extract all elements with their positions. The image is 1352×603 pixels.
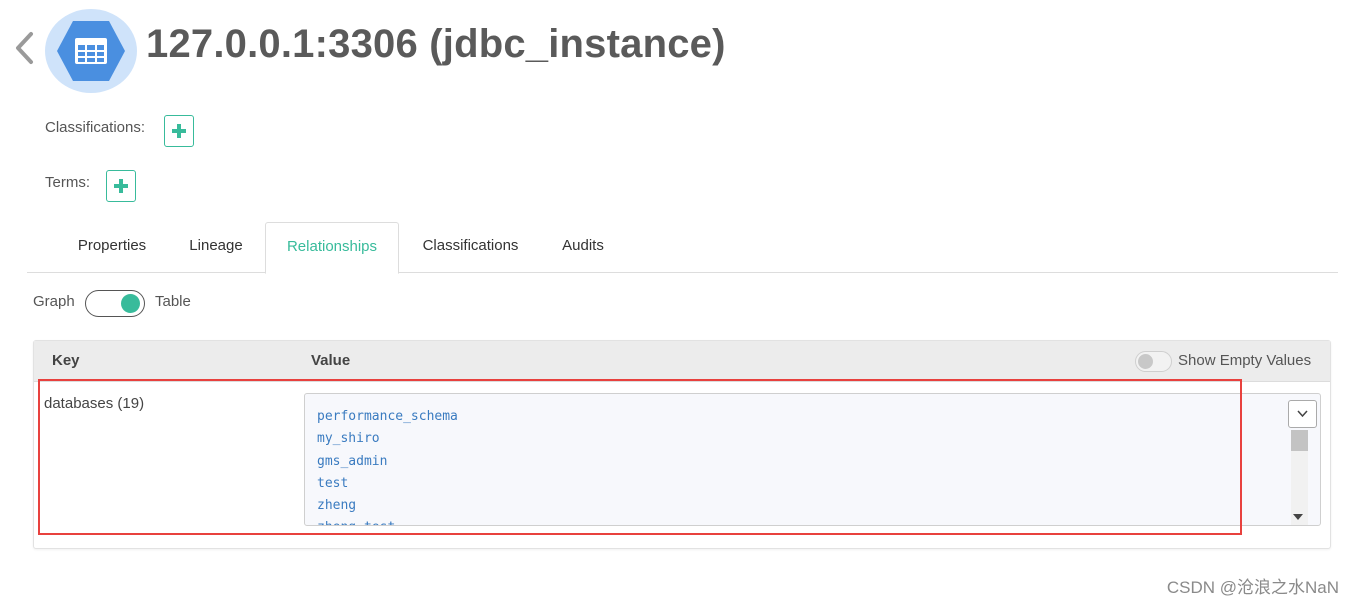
- database-link[interactable]: gms_admin: [317, 451, 458, 473]
- table-header: Key Value Show Empty Values: [34, 341, 1330, 382]
- key-column-header: Key: [52, 352, 80, 369]
- scrollbar[interactable]: [1291, 430, 1308, 525]
- show-empty-values-label: Show Empty Values: [1178, 352, 1312, 369]
- add-term-button[interactable]: [106, 170, 136, 202]
- add-classification-button[interactable]: [164, 115, 194, 147]
- expand-list-button[interactable]: [1288, 400, 1317, 428]
- chevron-down-icon: [1297, 410, 1308, 418]
- back-chevron-icon[interactable]: [12, 30, 36, 66]
- scrollbar-thumb[interactable]: [1291, 430, 1308, 451]
- database-link[interactable]: performance_schema: [317, 406, 458, 428]
- tab-relationships[interactable]: Relationships: [265, 222, 399, 274]
- row-key-databases: databases (19): [44, 395, 145, 412]
- database-link[interactable]: zheng_test: [317, 517, 458, 525]
- plus-icon: [172, 124, 186, 138]
- tab-audits[interactable]: Audits: [547, 222, 619, 273]
- toggle-knob: [1138, 354, 1153, 369]
- plus-icon: [114, 179, 128, 193]
- tab-lineage[interactable]: Lineage: [175, 222, 257, 273]
- databases-value-list[interactable]: performance_schema my_shiro gms_admin te…: [304, 393, 1321, 526]
- watermark: CSDN @沧浪之水NaN: [1166, 578, 1339, 597]
- table-icon: [45, 9, 137, 93]
- value-column-header: Value: [311, 352, 351, 369]
- graph-label: Graph: [33, 293, 75, 310]
- table-label: Table: [155, 293, 191, 310]
- scroll-down-arrow-icon[interactable]: [1293, 514, 1303, 520]
- tab-bar: Properties Lineage Relationships Classif…: [27, 222, 1338, 274]
- classifications-label: Classifications:: [45, 119, 146, 136]
- show-empty-values-toggle[interactable]: [1135, 351, 1172, 372]
- tab-properties[interactable]: Properties: [61, 222, 163, 273]
- terms-label: Terms:: [45, 174, 90, 191]
- graph-table-toggle[interactable]: [85, 290, 145, 317]
- value-list: performance_schema my_shiro gms_admin te…: [317, 406, 458, 525]
- database-link[interactable]: test: [317, 473, 458, 495]
- database-link[interactable]: my_shiro: [317, 428, 458, 450]
- page-title: 127.0.0.1:3306 (jdbc_instance): [146, 22, 726, 66]
- tab-classifications[interactable]: Classifications: [407, 222, 534, 273]
- relationships-table: Key Value Show Empty Values databases (1…: [33, 340, 1331, 549]
- database-link[interactable]: zheng: [317, 495, 458, 517]
- toggle-knob: [121, 294, 140, 313]
